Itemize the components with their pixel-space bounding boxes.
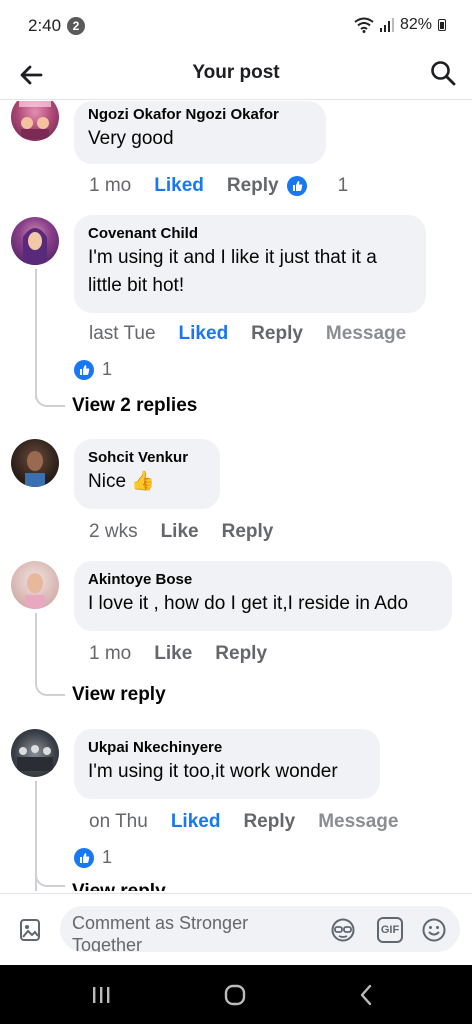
avatar-sticker-icon[interactable] [330, 917, 356, 943]
reply-button[interactable]: Reply [227, 175, 279, 197]
reply-button[interactable]: Reply [215, 643, 267, 665]
comment-bubble[interactable]: Akintoye Bose I love it , how do I get i… [74, 561, 452, 631]
notification-count-badge: 2 [67, 17, 85, 35]
wifi-icon [354, 17, 374, 33]
comment-actions: 1 mo Like Reply [89, 643, 290, 665]
home-icon[interactable] [220, 981, 250, 1009]
comment-text: I love it , how do I get it,I reside in … [88, 593, 409, 614]
avatar[interactable] [11, 729, 59, 777]
page-title: Your post [192, 62, 280, 83]
like-button[interactable]: Like [161, 521, 199, 543]
status-time: 2:40 [28, 16, 62, 35]
comment-time: 1 mo [89, 175, 132, 196]
avatar-image [25, 451, 45, 487]
battery-percent: 82% [399, 16, 432, 33]
system-nav-bar [0, 965, 472, 1024]
comment-text: Very good [88, 128, 174, 149]
signal-icon [379, 18, 394, 32]
view-replies-link[interactable]: View reply [72, 684, 166, 706]
thread-line [35, 269, 37, 399]
view-replies-link[interactable]: View 2 replies [72, 395, 197, 417]
thread-elbow [35, 867, 65, 887]
like-button[interactable]: Liked [171, 811, 221, 833]
comment-author[interactable]: Ukpai Nkechinyere [88, 738, 366, 758]
gif-label: GIF [380, 924, 400, 936]
status-bar: 2:40 2 82% [0, 0, 472, 50]
recents-icon[interactable] [86, 981, 116, 1009]
reaction-count[interactable]: 1 [74, 359, 112, 380]
comment-text-body: Nice [88, 471, 127, 492]
reaction-count[interactable]: 1 [286, 175, 349, 197]
comment-bubble[interactable]: Ukpai Nkechinyere I'm using it too,it wo… [74, 729, 380, 799]
like-button[interactable]: Like [154, 643, 192, 665]
comment-time: on Thu [89, 811, 148, 832]
comment-placeholder: Comment as Stronger Together [72, 913, 249, 952]
search-icon[interactable] [428, 58, 458, 88]
reaction-number: 1 [102, 847, 113, 867]
comment-time: 2 wks [89, 521, 138, 542]
reaction-count[interactable]: 1 [74, 847, 112, 868]
thumbs-up-emoji: 👍 [131, 471, 155, 492]
comment-bubble[interactable]: Sohcit Venkur Nice 👍 [74, 439, 220, 509]
comment-text: Nice 👍 [88, 468, 206, 496]
comment-author[interactable]: Ngozi Okafor Ngozi Okafor [88, 105, 312, 125]
view-replies-link[interactable]: View reply [72, 881, 166, 891]
thread-elbow [35, 676, 65, 696]
avatar[interactable] [11, 101, 59, 141]
comment-text: I'm using it and I like it just that it … [88, 247, 377, 296]
gif-icon[interactable]: GIF [377, 917, 403, 943]
thread-elbow [35, 387, 65, 407]
thread-line [35, 613, 37, 678]
comment-author[interactable]: Akintoye Bose [88, 570, 438, 590]
like-button[interactable]: Liked [154, 175, 204, 197]
comment-author[interactable]: Sohcit Venkur [88, 448, 206, 468]
reaction-number: 1 [102, 359, 113, 379]
avatar-image [25, 573, 45, 609]
like-thumb-icon [286, 176, 307, 196]
comment-text: I'm using it too,it work wonder [88, 761, 338, 782]
emoji-icon[interactable] [421, 917, 447, 943]
comment-actions: on Thu Liked Reply Message [89, 811, 398, 833]
comment-time: 1 mo [89, 643, 132, 664]
photo-icon[interactable] [19, 918, 41, 942]
reply-button[interactable]: Reply [251, 323, 303, 345]
like-thumb-icon [74, 847, 94, 868]
message-button[interactable]: Message [318, 811, 398, 833]
reaction-number: 1 [337, 175, 349, 196]
like-button[interactable]: Liked [179, 323, 229, 345]
status-indicators: 82% [354, 16, 446, 34]
comments-list: Ngozi Okafor Ngozi Okafor Very good 1 mo… [0, 101, 472, 891]
comment-actions: 1 mo Liked Reply 1 [89, 175, 348, 197]
top-app-bar: Your post [0, 50, 472, 100]
battery-icon [438, 19, 446, 31]
comment-bubble[interactable]: Covenant Child I'm using it and I like i… [74, 215, 426, 313]
comment-composer: Comment as Stronger Together GIF [0, 893, 472, 965]
comment-input[interactable]: Comment as Stronger Together GIF [60, 906, 460, 952]
message-button[interactable]: Message [326, 323, 406, 345]
reply-button[interactable]: Reply [243, 811, 295, 833]
avatar[interactable] [11, 439, 59, 487]
back-icon[interactable] [352, 981, 382, 1009]
comment-actions: 2 wks Like Reply [89, 521, 296, 543]
like-thumb-icon [74, 359, 94, 380]
comment-actions: last Tue Liked Reply Message [89, 323, 406, 345]
comment-time: last Tue [89, 323, 156, 344]
avatar-image [17, 745, 53, 771]
reply-button[interactable]: Reply [222, 521, 274, 543]
avatar-image [23, 228, 47, 265]
avatar[interactable] [11, 561, 59, 609]
comment-bubble[interactable]: Ngozi Okafor Ngozi Okafor Very good [74, 101, 326, 164]
avatar-image [19, 101, 51, 139]
comment-author[interactable]: Covenant Child [88, 224, 412, 244]
avatar[interactable] [11, 217, 59, 265]
